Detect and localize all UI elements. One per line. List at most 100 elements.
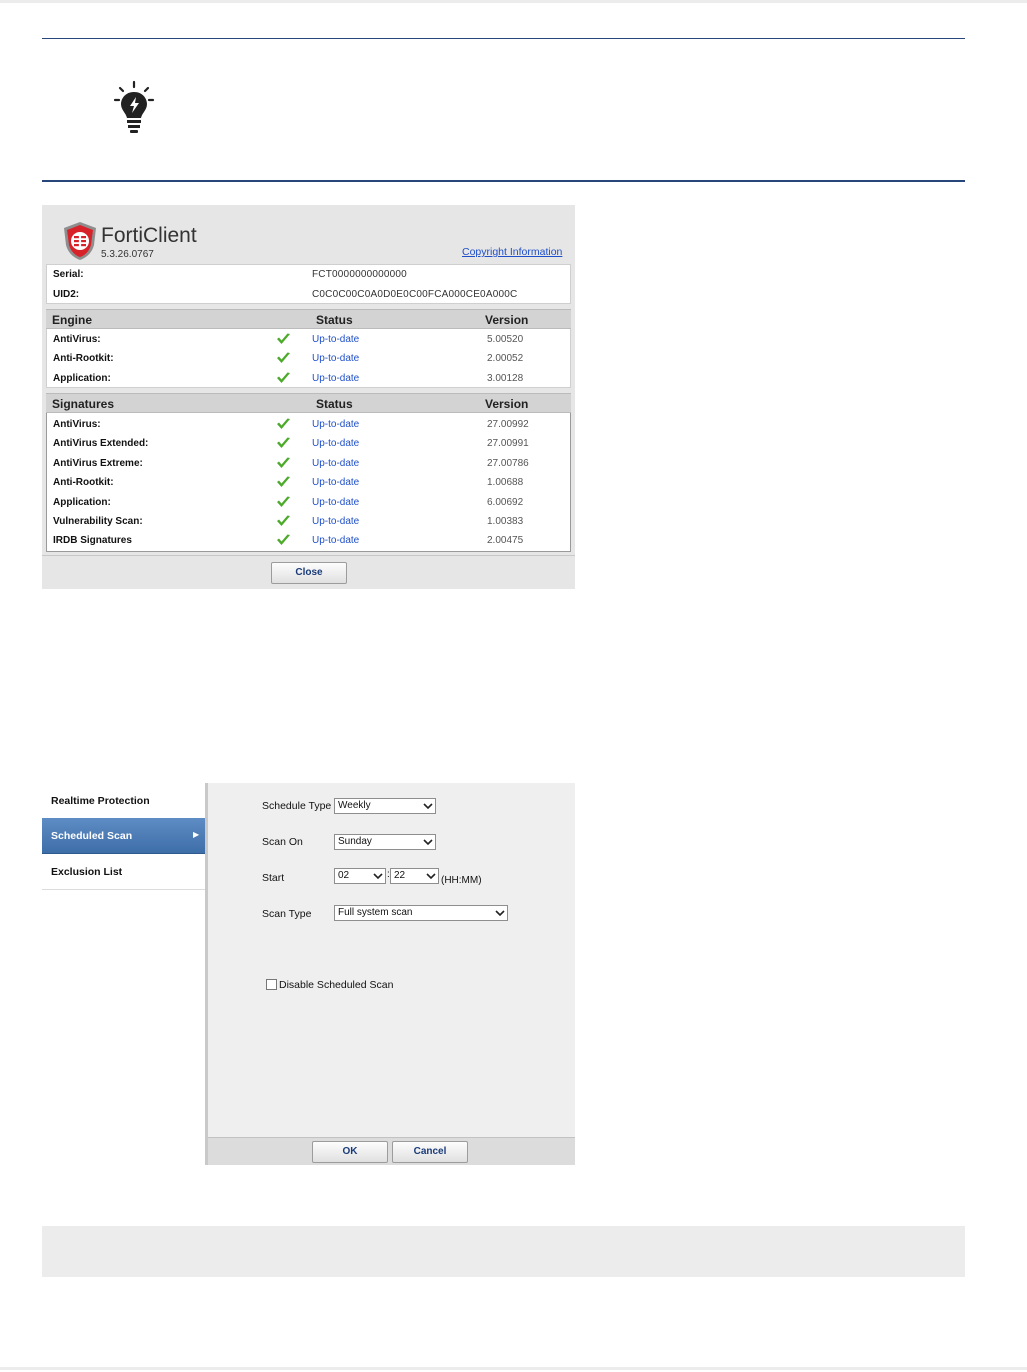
status-link[interactable]: Up-to-date bbox=[312, 419, 359, 430]
product-name: FortiClient bbox=[101, 224, 197, 247]
status-link[interactable]: Up-to-date bbox=[312, 477, 359, 488]
sidebar-item-exclusion-list[interactable]: Exclusion List bbox=[42, 854, 205, 890]
status-link[interactable]: Up-to-date bbox=[312, 458, 359, 469]
signature-name: AntiVirus: bbox=[53, 419, 101, 430]
tip-divider-bottom bbox=[42, 180, 965, 182]
table-row: Application: Up-to-date 6.00692 bbox=[47, 493, 570, 512]
signature-name: Application: bbox=[53, 497, 111, 508]
copyright-link[interactable]: Copyright Information bbox=[462, 246, 562, 258]
start-minute-value: 22 bbox=[394, 870, 406, 881]
time-format-hint: (HH:MM) bbox=[441, 875, 482, 886]
scheduled-scan-dialog: Realtime Protection Scheduled Scan ▶ Exc… bbox=[42, 783, 575, 1165]
start-label: Start bbox=[262, 872, 285, 884]
status-link[interactable]: Up-to-date bbox=[312, 353, 359, 364]
status-link[interactable]: Up-to-date bbox=[312, 516, 359, 527]
signature-name: AntiVirus Extended: bbox=[53, 438, 149, 449]
table-row: AntiVirus Extended: Up-to-date 27.00991 bbox=[47, 434, 570, 453]
version-value: 5.00520 bbox=[487, 334, 524, 345]
uid-label: UID2: bbox=[53, 289, 80, 300]
scan-on-label: Scan On bbox=[262, 836, 303, 848]
check-icon bbox=[277, 496, 290, 507]
check-icon bbox=[277, 457, 290, 468]
sidebar-item-scheduled-scan[interactable]: Scheduled Scan ▶ bbox=[42, 818, 205, 854]
scan-on-select[interactable]: Sunday bbox=[334, 834, 436, 850]
engine-col-name: Engine bbox=[52, 313, 93, 327]
scan-on-value: Sunday bbox=[338, 836, 372, 847]
start-hour-select[interactable]: 02 bbox=[334, 868, 386, 884]
chevron-right-icon: ▶ bbox=[193, 830, 200, 839]
scheduled-scan-footer: OK Cancel bbox=[208, 1137, 575, 1165]
signatures-table: AntiVirus: Up-to-date 27.00992 AntiVirus… bbox=[46, 413, 571, 552]
serial-value: FCT0000000000000 bbox=[312, 269, 407, 280]
lightbulb-icon bbox=[113, 80, 155, 133]
scan-type-label: Scan Type bbox=[262, 908, 312, 920]
note-bar bbox=[42, 1226, 965, 1277]
status-link[interactable]: Up-to-date bbox=[312, 373, 359, 384]
disable-scheduled-scan-checkbox[interactable] bbox=[266, 979, 277, 990]
top-rule bbox=[0, 0, 1027, 3]
table-row: IRDB Signatures Up-to-date 2.00475 bbox=[47, 531, 570, 550]
engine-table: AntiVirus: Up-to-date 5.00520 Anti-Rootk… bbox=[46, 329, 571, 388]
status-link[interactable]: Up-to-date bbox=[312, 535, 359, 546]
check-icon bbox=[277, 476, 290, 487]
check-icon bbox=[277, 437, 290, 448]
bottom-rule bbox=[0, 1367, 1027, 1370]
dropdown-caret-icon bbox=[423, 803, 433, 810]
engine-name: Application: bbox=[53, 373, 111, 384]
scan-type-select[interactable]: Full system scan bbox=[334, 905, 508, 921]
signature-name: AntiVirus Extreme: bbox=[53, 458, 143, 469]
check-icon bbox=[277, 515, 290, 526]
version-value: 6.00692 bbox=[487, 497, 524, 508]
dropdown-caret-icon bbox=[373, 873, 383, 880]
forticlient-shield-icon bbox=[64, 222, 96, 260]
status-link[interactable]: Up-to-date bbox=[312, 438, 359, 449]
table-row: Vulnerability Scan: Up-to-date 1.00383 bbox=[47, 512, 570, 531]
check-icon bbox=[277, 333, 290, 344]
forticlient-about-dialog: FortiClient 5.3.26.0767 Copyright Inform… bbox=[42, 205, 575, 589]
schedule-type-select[interactable]: Weekly bbox=[334, 798, 436, 814]
table-row: Anti-Rootkit: Up-to-date 1.00688 bbox=[47, 473, 570, 492]
signatures-col-version: Version bbox=[485, 397, 529, 411]
table-row: Anti-Rootkit: Up-to-date 2.00052 bbox=[47, 349, 570, 368]
sidebar-item-label: Exclusion List bbox=[51, 866, 123, 878]
engine-name: AntiVirus: bbox=[53, 334, 101, 345]
table-row: AntiVirus: Up-to-date 27.00992 bbox=[47, 415, 570, 434]
signature-name: Anti-Rootkit: bbox=[53, 477, 114, 488]
signatures-col-status: Status bbox=[316, 397, 353, 411]
table-row: Application: Up-to-date 3.00128 bbox=[47, 369, 570, 388]
signature-name: IRDB Signatures bbox=[53, 535, 132, 546]
schedule-type-value: Weekly bbox=[338, 800, 371, 811]
dropdown-caret-icon bbox=[426, 873, 436, 880]
version-value: 2.00475 bbox=[487, 535, 524, 546]
check-icon bbox=[277, 352, 290, 363]
tip-divider-top bbox=[42, 38, 965, 39]
start-hour-value: 02 bbox=[338, 870, 350, 881]
close-button[interactable]: Close bbox=[271, 562, 347, 584]
document-page: FortiClient 5.3.26.0767 Copyright Inform… bbox=[0, 0, 1027, 1372]
uid-value: C0C0C00C0A0D0E0C00FCA000CE0A000C bbox=[312, 289, 518, 300]
disable-scheduled-scan-label: Disable Scheduled Scan bbox=[279, 979, 394, 991]
ok-button[interactable]: OK bbox=[312, 1141, 388, 1163]
scan-type-value: Full system scan bbox=[338, 907, 413, 918]
sidebar-item-label: Scheduled Scan bbox=[51, 830, 133, 842]
sidebar-item-realtime-protection[interactable]: Realtime Protection bbox=[42, 783, 205, 819]
table-row: AntiVirus Extreme: Up-to-date 27.00786 bbox=[47, 454, 570, 473]
signatures-table-header: Signatures Status Version bbox=[46, 393, 571, 413]
scheduled-scan-panel: Schedule Type Weekly Scan On Sunday Star… bbox=[208, 783, 575, 1137]
version-value: 1.00383 bbox=[487, 516, 524, 527]
cancel-button[interactable]: Cancel bbox=[392, 1141, 468, 1163]
dropdown-caret-icon bbox=[423, 839, 433, 846]
engine-col-status: Status bbox=[316, 313, 353, 327]
status-link[interactable]: Up-to-date bbox=[312, 497, 359, 508]
table-row: AntiVirus: Up-to-date 5.00520 bbox=[47, 330, 570, 349]
version-value: 27.00992 bbox=[487, 419, 529, 430]
start-minute-select[interactable]: 22 bbox=[390, 868, 439, 884]
identity-box: Serial: FCT0000000000000 UID2: C0C0C00C0… bbox=[46, 264, 571, 304]
signature-name: Vulnerability Scan: bbox=[53, 516, 143, 527]
signatures-col-name: Signatures bbox=[52, 397, 115, 411]
engine-name: Anti-Rootkit: bbox=[53, 353, 114, 364]
build-number: 5.3.26.0767 bbox=[101, 249, 154, 260]
status-link[interactable]: Up-to-date bbox=[312, 334, 359, 345]
sidebar-item-label: Realtime Protection bbox=[51, 795, 150, 807]
settings-sidebar: Realtime Protection Scheduled Scan ▶ Exc… bbox=[42, 783, 205, 890]
